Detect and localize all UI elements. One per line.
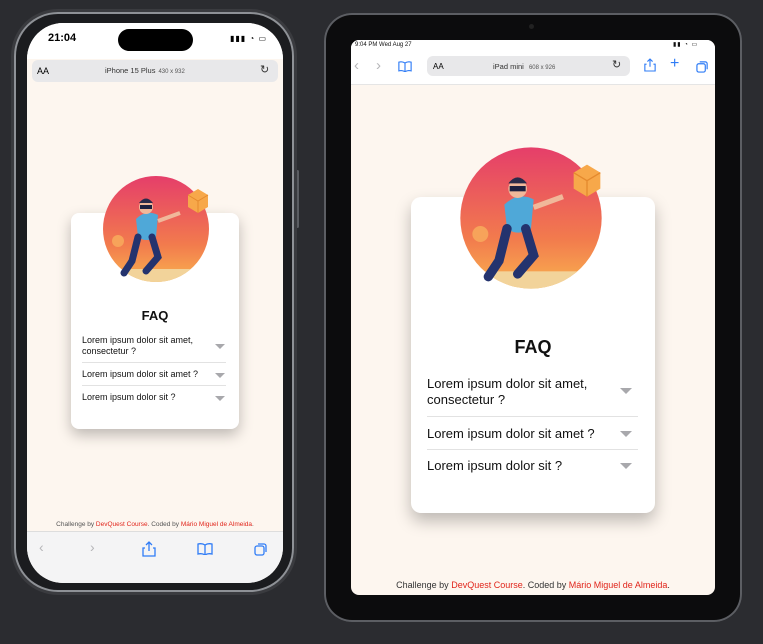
faq-question: Lorem ipsum dolor sit ? (82, 392, 176, 402)
tabs-icon[interactable] (696, 60, 709, 73)
bookmarks-icon[interactable] (197, 543, 213, 555)
author-link[interactable]: Mário Miguel de Almeida (181, 521, 252, 528)
share-icon[interactable] (142, 541, 156, 557)
tabs-icon[interactable] (254, 542, 268, 556)
text-size-button[interactable]: AA (433, 62, 444, 71)
status-icons: ▮▮▮ ◔ ▭ (230, 34, 268, 43)
footer-text: Challenge by (56, 521, 95, 528)
iphone-toolbar (27, 531, 283, 583)
dynamic-island (118, 29, 193, 51)
bookmarks-icon[interactable] (398, 61, 412, 72)
device-name: iPad mini (493, 62, 524, 71)
device-size: 608 x 926 (528, 65, 556, 71)
power-button (296, 170, 299, 228)
faq-title: FAQ (141, 308, 169, 323)
faq-item[interactable]: Lorem ipsum dolor sit amet ? (82, 366, 226, 386)
reload-icon[interactable]: ↻ (612, 58, 621, 71)
footer-text: . (667, 580, 670, 590)
faq-item[interactable]: Lorem ipsum dolor sit ? (82, 389, 226, 407)
iphone-clock: 21:04 (48, 32, 77, 44)
ipad-camera (529, 24, 534, 29)
faq-title: FAQ (514, 337, 552, 357)
faq-question: Lorem ipsum dolor sit ? (427, 458, 563, 473)
ipad-status-text: 9:04 PM Wed Aug 27 (355, 42, 412, 48)
back-icon[interactable]: ‹ (354, 57, 359, 74)
forward-icon[interactable]: › (376, 57, 381, 74)
faq-item[interactable]: Lorem ipsum dolor sit ? (427, 453, 638, 479)
footer-text: Challenge by (396, 580, 449, 590)
page-footer: Challenge by DevQuest Course. Coded by M… (351, 580, 715, 590)
faq-item[interactable]: Lorem ipsum dolor sit amet, consectetur … (427, 374, 638, 417)
ipad-screen: 9:04 PM Wed Aug 27 ▮▮ ◔ ▭ ‹ › AA iPad mi… (351, 40, 715, 595)
chevron-down-icon (620, 431, 632, 437)
devquest-link[interactable]: DevQuest Course (96, 521, 148, 528)
reload-icon[interactable]: ↻ (260, 63, 269, 76)
faq-question: Lorem ipsum dolor sit amet, consectetur … (82, 335, 194, 356)
chevron-down-icon (215, 396, 225, 401)
hero-illustration (103, 176, 209, 282)
device-name: iPhone 15 Plus (105, 66, 156, 75)
device-size: 430 x 932 (158, 69, 185, 75)
back-icon[interactable]: ‹ (39, 539, 44, 555)
hero-illustration (460, 147, 602, 289)
footer-text: . Coded by (147, 521, 180, 528)
new-tab-icon[interactable]: + (670, 55, 679, 73)
devquest-link[interactable]: DevQuest Course (451, 580, 523, 590)
faq-question: Lorem ipsum dolor sit amet ? (82, 369, 199, 379)
chevron-down-icon (620, 388, 632, 394)
faq-question: Lorem ipsum dolor sit amet ? (427, 426, 595, 441)
chevron-down-icon (215, 344, 225, 349)
page-footer: Challenge by DevQuest Course. Coded by M… (27, 521, 283, 528)
faq-item[interactable]: Lorem ipsum dolor sit amet ? (427, 420, 638, 450)
iphone-address-text: iPhone 15 Plus 430 x 932 (105, 66, 185, 75)
footer-text: . Coded by (522, 580, 567, 590)
iphone-screen: 21:04 ▮▮▮ ◔ ▭ AA iPhone 15 Plus 430 x 932… (27, 23, 283, 583)
forward-icon[interactable]: › (90, 539, 95, 555)
faq-item[interactable]: Lorem ipsum dolor sit amet, consectetur … (82, 334, 226, 363)
footer-text: . (252, 521, 254, 528)
ipad-address-text: iPad mini 608 x 926 (493, 62, 555, 71)
share-icon[interactable] (644, 58, 656, 72)
author-link[interactable]: Mário Miguel de Almeida (569, 580, 668, 590)
faq-question: Lorem ipsum dolor sit amet, consectetur … (427, 376, 588, 407)
status-icons: ▮▮ ◔ ▭ (673, 42, 699, 48)
chevron-down-icon (215, 373, 225, 378)
text-size-button[interactable]: AA (37, 66, 49, 76)
chevron-down-icon (620, 463, 632, 469)
